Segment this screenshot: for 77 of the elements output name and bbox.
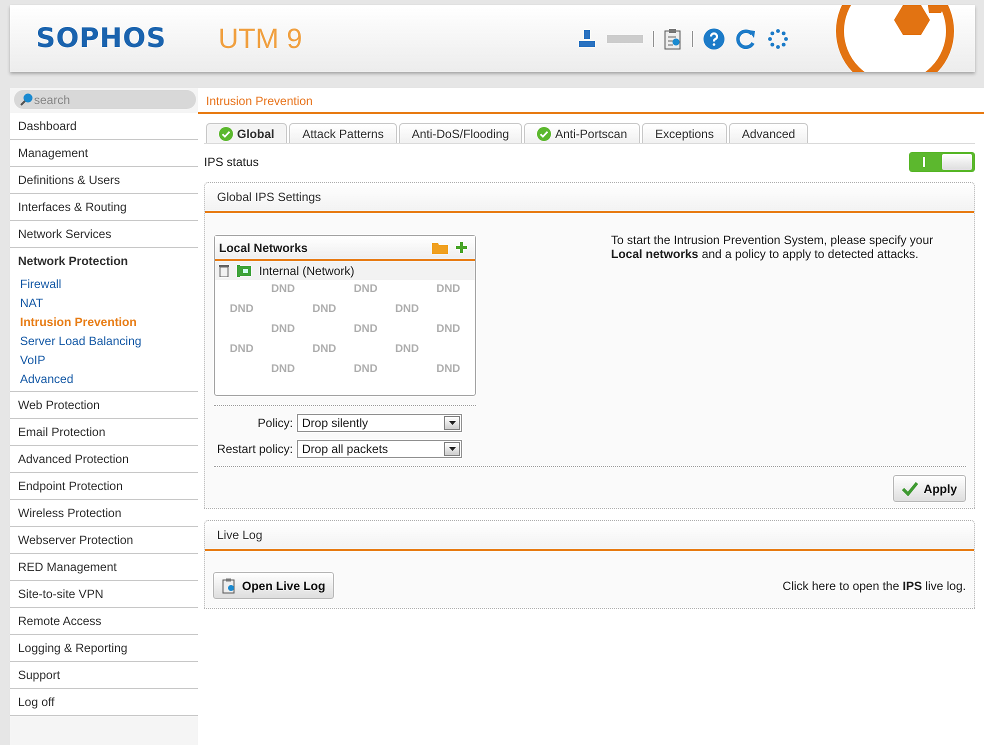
drop-hint: DND (270, 282, 296, 297)
brand-logo: SOPHOS (36, 23, 166, 54)
tab[interactable]: Anti-Portscan (524, 123, 640, 143)
user-icon[interactable] (577, 28, 597, 48)
check-icon (902, 482, 918, 496)
sidebar-item[interactable]: Remote Access (10, 608, 198, 635)
clipboard-icon[interactable] (664, 28, 682, 50)
search-field[interactable]: search (14, 90, 196, 109)
sidebar-subitem[interactable]: Server Load Balancing (10, 331, 198, 350)
list-title: Local Networks (219, 240, 309, 254)
drop-hint: DND (270, 362, 296, 377)
tab[interactable]: Attack Patterns (289, 123, 397, 143)
plus-icon[interactable] (456, 242, 467, 253)
tab[interactable]: Advanced (728, 123, 808, 143)
sidebar-item[interactable]: Wireless Protection (10, 500, 198, 527)
caret-icon (448, 447, 456, 451)
blurred-username (607, 34, 643, 42)
check-icon (219, 126, 233, 140)
drop-hint: DND (228, 342, 255, 357)
caret-icon (448, 421, 456, 425)
sidebar-item[interactable]: Web Protection (10, 392, 198, 419)
help-icon[interactable] (703, 28, 725, 50)
drop-hint: DND (352, 362, 379, 377)
sidebar-subitem[interactable]: Advanced (10, 369, 198, 388)
drop-hint: DND (270, 322, 296, 337)
drop-hint: DND (352, 322, 379, 337)
tab[interactable]: Anti-DoS/Flooding (398, 123, 522, 143)
drop-hint: DND (394, 342, 420, 357)
field-label: Policy: (258, 416, 293, 430)
network-icon (237, 264, 251, 276)
sidebar-item[interactable]: Dashboard (10, 113, 198, 140)
drop-hint: DND (311, 302, 338, 317)
page-title: Intrusion Prevention (198, 88, 984, 114)
sidebar-item[interactable]: Logging & Reporting (10, 635, 198, 662)
field-label: Restart policy: (216, 442, 293, 456)
open-log-button[interactable]: Open Live Log (213, 572, 334, 599)
tab[interactable]: Global (206, 123, 288, 143)
refresh-icon[interactable] (735, 28, 757, 50)
clipboard-icon (222, 578, 236, 594)
sidebar-item[interactable]: RED Management (10, 554, 198, 581)
trash-icon[interactable] (219, 264, 229, 277)
drop-hint: DND (394, 302, 420, 317)
check-icon (537, 126, 552, 140)
drop-hint: DND (228, 302, 255, 317)
info-text: To start the Intrusion Prevention System, please specify your Local networks and a policy to apply to detected attacks. (611, 233, 934, 263)
sidebar-item[interactable]: Network Services (10, 221, 198, 248)
apply-button[interactable]: Apply (892, 475, 966, 502)
panel-title: Global IPS Settings (217, 190, 322, 204)
product-name: UTM 9 (218, 22, 302, 54)
drop-hint: DND (311, 342, 338, 357)
drop-hint: DND (435, 322, 462, 337)
sidebar-item[interactable]: Email Protection (10, 419, 198, 446)
sidebar-subitem[interactable]: NAT (10, 293, 198, 312)
log-hint: Click here to open the IPS live log. (782, 578, 966, 592)
drop-hint: DND (435, 282, 462, 297)
sidebar-item[interactable]: Definitions & Users (10, 167, 198, 194)
search-icon (20, 93, 33, 106)
sidebar-item[interactable]: Site-to-site VPN (10, 581, 198, 608)
drop-hint: DND (435, 362, 462, 377)
policy-dropdown[interactable]: Drop all packets (297, 440, 462, 458)
policy-dropdown[interactable]: Drop silently (297, 414, 462, 432)
sidebar-item[interactable]: Endpoint Protection (10, 473, 198, 500)
loading-icon (767, 28, 789, 50)
sidebar-item[interactable]: Webserver Protection (10, 527, 198, 554)
tab[interactable]: Exceptions (642, 123, 727, 143)
drop-hint: DND (352, 282, 379, 297)
sidebar-subitem[interactable]: Firewall (10, 274, 198, 293)
sidebar-item[interactable]: Interfaces & Routing (10, 194, 198, 221)
sidebar-item[interactable]: Support (10, 662, 198, 689)
status-label: IPS status (204, 155, 259, 169)
sidebar-subitem[interactable]: VoIP (10, 350, 198, 369)
panel-title: Live Log (217, 528, 262, 542)
status-toggle[interactable] (909, 152, 975, 172)
sidebar-item[interactable]: Advanced Protection (10, 446, 198, 473)
sidebar-item[interactable]: Management (10, 140, 198, 167)
sidebar-item[interactable]: Network Protection (10, 248, 198, 274)
sidebar-item[interactable]: Log off (10, 689, 198, 716)
